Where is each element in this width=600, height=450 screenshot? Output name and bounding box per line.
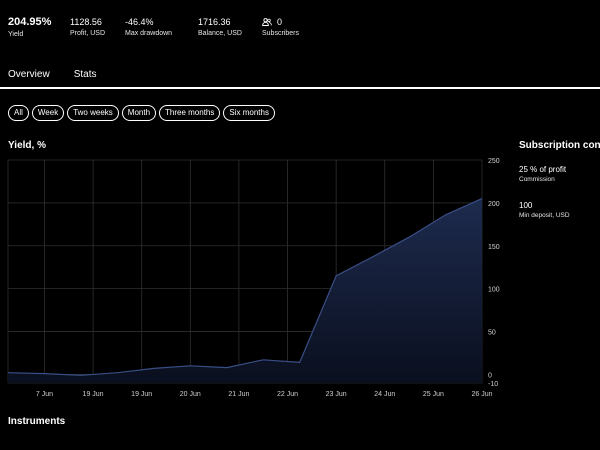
period-selector: All Week Two weeks Month Three months Si… (8, 105, 275, 121)
stat-yield: 204.95% Yield (8, 16, 70, 40)
tab-overview[interactable]: Overview (8, 69, 50, 86)
y-tick-label: 50 (488, 330, 496, 337)
x-tick-label: 21 Jun (228, 391, 249, 398)
y-tick-label: -10 (488, 381, 498, 388)
period-month-button[interactable]: Month (121, 105, 157, 121)
x-tick-label: 19 Jun (83, 391, 104, 398)
yield-label: Yield (8, 31, 24, 38)
users-icon (262, 18, 272, 26)
x-tick-label: 20 Jun (180, 391, 201, 398)
x-tick-label: 26 Jun (471, 391, 492, 398)
yield-area (8, 198, 482, 383)
stat-profit: 1128.56 Profit, USD (70, 16, 125, 40)
y-tick-label: 0 (488, 372, 492, 379)
yield-value: 204.95% (8, 16, 52, 28)
subscribers-label: Subscribers (262, 30, 299, 37)
subscription-conditions-title: Subscription con (519, 140, 600, 151)
stat-balance: 1716.36 Balance, USD (198, 16, 262, 40)
x-tick-label: 25 Jun (423, 391, 444, 398)
tab-bar: Overview Stats (8, 69, 96, 86)
period-six-months-button[interactable]: Six months (223, 105, 275, 121)
min-deposit-info: 100 Min deposit, USD (519, 200, 570, 221)
balance-value: 1716.36 (198, 17, 231, 27)
x-tick-label: 24 Jun (374, 391, 395, 398)
commission-info: 25 % of profit Commission (519, 164, 566, 185)
profit-value: 1128.56 (70, 17, 102, 27)
tab-stats[interactable]: Stats (74, 69, 97, 86)
x-tick-label: 23 Jun (326, 391, 347, 398)
period-week-button[interactable]: Week (31, 105, 65, 121)
drawdown-value: -46.4% (125, 17, 154, 27)
y-tick-label: 100 (488, 287, 500, 294)
x-tick-label: 7 Jun (36, 391, 53, 398)
summary-stats: 204.95% Yield 1128.56 Profit, USD -46.4%… (8, 16, 319, 40)
min-deposit-value: 100 (519, 201, 533, 210)
y-tick-label: 150 (488, 244, 500, 251)
min-deposit-label: Min deposit, USD (519, 212, 570, 219)
y-tick-label: 200 (488, 201, 500, 208)
stat-max-drawdown: -46.4% Max drawdown (125, 16, 198, 40)
yield-chart: -10 0 50 100 150 200 250 7 Jun 19 Jun 19 Jun 20 J… (7, 158, 500, 398)
x-tick-label: 19 Jun (131, 391, 152, 398)
period-two-weeks-button[interactable]: Two weeks (67, 105, 119, 121)
commission-value: 25 % of profit (519, 165, 567, 174)
profit-label: Profit, USD (70, 30, 106, 37)
subscribers-value: 0 (277, 17, 283, 27)
instruments-title: Instruments (8, 416, 66, 427)
balance-label: Balance, USD (198, 30, 242, 37)
x-tick-label: 22 Jun (277, 391, 298, 398)
tab-underline (0, 87, 600, 89)
drawdown-label: Max drawdown (125, 30, 173, 37)
period-three-months-button[interactable]: Three months (159, 105, 221, 121)
commission-label: Commission (519, 176, 555, 183)
stat-subscribers: 0 Subscribers (262, 16, 299, 40)
y-tick-label: 250 (488, 158, 500, 165)
period-all-button[interactable]: All (8, 105, 29, 121)
